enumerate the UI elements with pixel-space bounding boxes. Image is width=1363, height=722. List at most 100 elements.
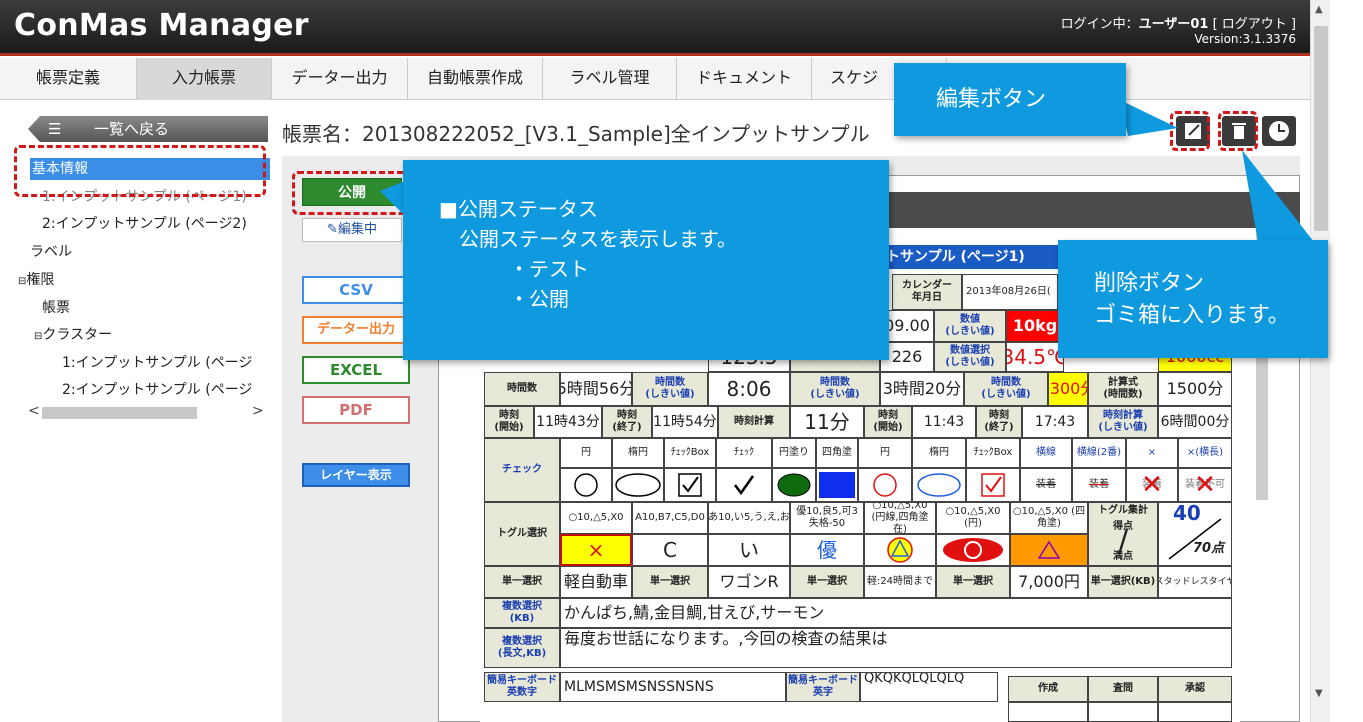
approval-stamp-3[interactable] bbox=[1158, 702, 1232, 722]
tab-input-forms[interactable]: 入力帳票 bbox=[137, 58, 272, 100]
check-fill-circle-cell[interactable] bbox=[772, 468, 816, 502]
logout-link[interactable]: [ ログアウト ] bbox=[1213, 17, 1296, 32]
red-circle-icon bbox=[873, 473, 897, 497]
cell-time-calc[interactable]: 11分 bbox=[790, 406, 864, 438]
delete-callout-desc: ゴミ箱に入ります。 bbox=[1094, 303, 1290, 328]
single-select-value-4[interactable]: 7,000円 bbox=[1010, 566, 1088, 598]
single-select-value-1[interactable]: 軽自動車 bbox=[560, 566, 632, 598]
toggle-value-6[interactable] bbox=[936, 534, 1010, 566]
strike-cell-2[interactable]: 装着 bbox=[1072, 468, 1126, 502]
tree-item-permission[interactable]: ⊟権限 bbox=[18, 269, 54, 291]
toggle-opt-1: ○10,△5,X0 bbox=[560, 502, 632, 534]
page-scrollbar[interactable]: ▲ ▼ bbox=[1310, 0, 1330, 722]
multi-select-value[interactable]: かんぱち,鯖,金目鯛,甘えび,サーモン bbox=[560, 598, 1232, 628]
blue-ellipse-icon bbox=[917, 473, 961, 497]
numsel-threshold-label: 数値選択 (しきい値) bbox=[934, 342, 1006, 372]
tree-item-page2[interactable]: 2:インプットサンプル (ページ2) bbox=[42, 213, 247, 235]
tree-item-form[interactable]: 帳票 bbox=[42, 297, 70, 319]
history-button[interactable] bbox=[1262, 116, 1296, 146]
edit-callout-pointer bbox=[1120, 100, 1178, 136]
cell-hours-1[interactable]: 5時間56分 bbox=[560, 372, 632, 406]
cell-time-start-2[interactable]: 11:43 bbox=[912, 406, 976, 438]
x-mark-cell-1[interactable]: 装着 ✕ bbox=[1126, 468, 1178, 502]
toggle-label: トグル選択 bbox=[484, 502, 560, 566]
check-checkbox-cell[interactable] bbox=[664, 468, 716, 502]
toggle-value-1[interactable]: × bbox=[560, 534, 632, 566]
check-checkbox-cell-2[interactable] bbox=[966, 468, 1020, 502]
tree-item-cluster-page1[interactable]: 1:インプットサンプル (ページ bbox=[62, 352, 252, 374]
tree-scroll-thumb[interactable] bbox=[42, 407, 197, 419]
single-select-kb-label: 単一選択(KB) bbox=[1088, 566, 1158, 598]
tab-data-output[interactable]: データー出力 bbox=[272, 58, 408, 100]
excel-button[interactable]: EXCEL bbox=[302, 356, 410, 384]
time-start-label-2: 時刻 (開始) bbox=[864, 406, 912, 438]
csv-button[interactable]: CSV bbox=[302, 276, 410, 304]
tab-document[interactable]: ドキュメント bbox=[677, 58, 812, 100]
toggle-value-7[interactable] bbox=[1010, 534, 1088, 566]
check-fill-square-cell[interactable] bbox=[816, 468, 858, 502]
check-mark-cell[interactable] bbox=[716, 468, 772, 502]
scroll-left-icon[interactable]: < bbox=[28, 403, 40, 419]
tab-label-manage[interactable]: ラベル管理 bbox=[543, 58, 677, 100]
tree-item-cluster[interactable]: ⊟クラスター bbox=[34, 324, 112, 346]
cell-hours-2[interactable]: 8:06 bbox=[708, 372, 790, 406]
check-circle-cell[interactable] bbox=[560, 468, 612, 502]
calendar-value[interactable]: 2013年08月26日( bbox=[962, 274, 1058, 310]
layer-display-button[interactable]: レイヤー表示 bbox=[302, 463, 410, 487]
tree-horizontal-scrollbar[interactable]: < > bbox=[12, 403, 270, 422]
cell-temperature[interactable]: 34.5℃ bbox=[1006, 342, 1064, 372]
data-output-button[interactable]: データー出力 bbox=[302, 316, 410, 344]
single-select-label-3: 単一選択 bbox=[790, 566, 864, 598]
cell-hours-3[interactable]: 3時間20分 bbox=[880, 372, 964, 406]
toggle-opt-2: A10,B7,C5,D0 bbox=[632, 502, 708, 534]
time-end-label-2: 時刻 (終了) bbox=[976, 406, 1022, 438]
tab-auto-form[interactable]: 自動帳票作成 bbox=[408, 58, 543, 100]
strike-cell-1[interactable]: 装着 bbox=[1020, 468, 1072, 502]
single-select-label-4: 単一選択 bbox=[936, 566, 1010, 598]
cell-time-duration[interactable]: 6時間00分 bbox=[1158, 406, 1232, 438]
check-header-circle-2: 円 bbox=[858, 438, 912, 468]
tree-item-cluster-page2[interactable]: 2:インプットサンプル (ページ bbox=[62, 379, 252, 401]
multi-long-label: 複数選択 (長文,KB) bbox=[484, 628, 560, 668]
calc-formula-label: 計算式 (時間数) bbox=[1088, 372, 1158, 406]
single-select-value-3[interactable]: 軽:24時間まで bbox=[864, 566, 936, 598]
cell-time-end[interactable]: 11時54分 bbox=[652, 406, 718, 438]
hours-threshold-label: 時間数 (しきい値) bbox=[632, 372, 708, 406]
kb-alpha-value[interactable]: QKQKQLQLQLQ bbox=[860, 672, 998, 702]
check-ellipse-cell[interactable] bbox=[612, 468, 664, 502]
cell-red-weight[interactable]: 10kg bbox=[1006, 310, 1064, 342]
time-calc-threshold-label: 時刻計算 (しきい値) bbox=[1088, 406, 1158, 438]
check-ellipse-cell-2[interactable] bbox=[912, 468, 966, 502]
scroll-down-icon[interactable]: ▼ bbox=[1315, 688, 1323, 699]
kb-alnum-label: 簡易キーボード 英数字 bbox=[484, 672, 560, 702]
tree-item-label[interactable]: ラベル bbox=[30, 241, 72, 263]
single-select-value-2[interactable]: ワゴンR bbox=[708, 566, 790, 598]
approval-stamp-1[interactable] bbox=[1008, 702, 1088, 722]
check-circle-cell-2[interactable] bbox=[858, 468, 912, 502]
toggle-value-4[interactable]: 優 bbox=[790, 534, 864, 566]
cell-calc-minutes[interactable]: 1500分 bbox=[1158, 372, 1232, 406]
toggle-value-2[interactable]: C bbox=[632, 534, 708, 566]
cell-time-end-2[interactable]: 17:43 bbox=[1022, 406, 1088, 438]
x-mark-cell-2[interactable]: 装着不可 ✕ bbox=[1178, 468, 1232, 502]
kb-alnum-value[interactable]: MLMSMSMSNSSNSNS bbox=[560, 672, 786, 702]
app-logo: ConMas Manager bbox=[14, 8, 309, 43]
highlight-basic-info bbox=[14, 145, 266, 197]
multi-long-value[interactable]: 毎度お世話になります。,今回の検査の結果は bbox=[560, 628, 1232, 668]
toggle-value-3[interactable]: い bbox=[708, 534, 790, 566]
toggle-value-5[interactable] bbox=[864, 534, 936, 566]
hours-label: 時間数 bbox=[484, 372, 560, 406]
scroll-up-icon[interactable]: ▲ bbox=[1315, 4, 1323, 15]
cell-time-start[interactable]: 11時43分 bbox=[534, 406, 602, 438]
tab-form-definition[interactable]: 帳票定義 bbox=[0, 58, 137, 100]
scroll-right-icon[interactable]: > bbox=[252, 403, 264, 419]
delete-callout-title: 削除ボタン bbox=[1094, 271, 1205, 296]
approval-stamp-2[interactable] bbox=[1088, 702, 1158, 722]
toggle-opt-6: ○10,△5,X0 (円) bbox=[936, 502, 1010, 534]
pdf-button[interactable]: PDF bbox=[302, 396, 410, 424]
full-value: 70点 bbox=[1193, 541, 1225, 556]
check-header-checkbox-2: ﾁｪｯｸBox bbox=[966, 438, 1020, 468]
single-select-value-5[interactable]: スタッドレスタイヤ bbox=[1158, 566, 1232, 598]
cell-yellow-minutes[interactable]: 1300分 bbox=[1048, 372, 1088, 406]
back-to-list-button[interactable]: ☰ 一覧へ戻る bbox=[28, 116, 268, 142]
